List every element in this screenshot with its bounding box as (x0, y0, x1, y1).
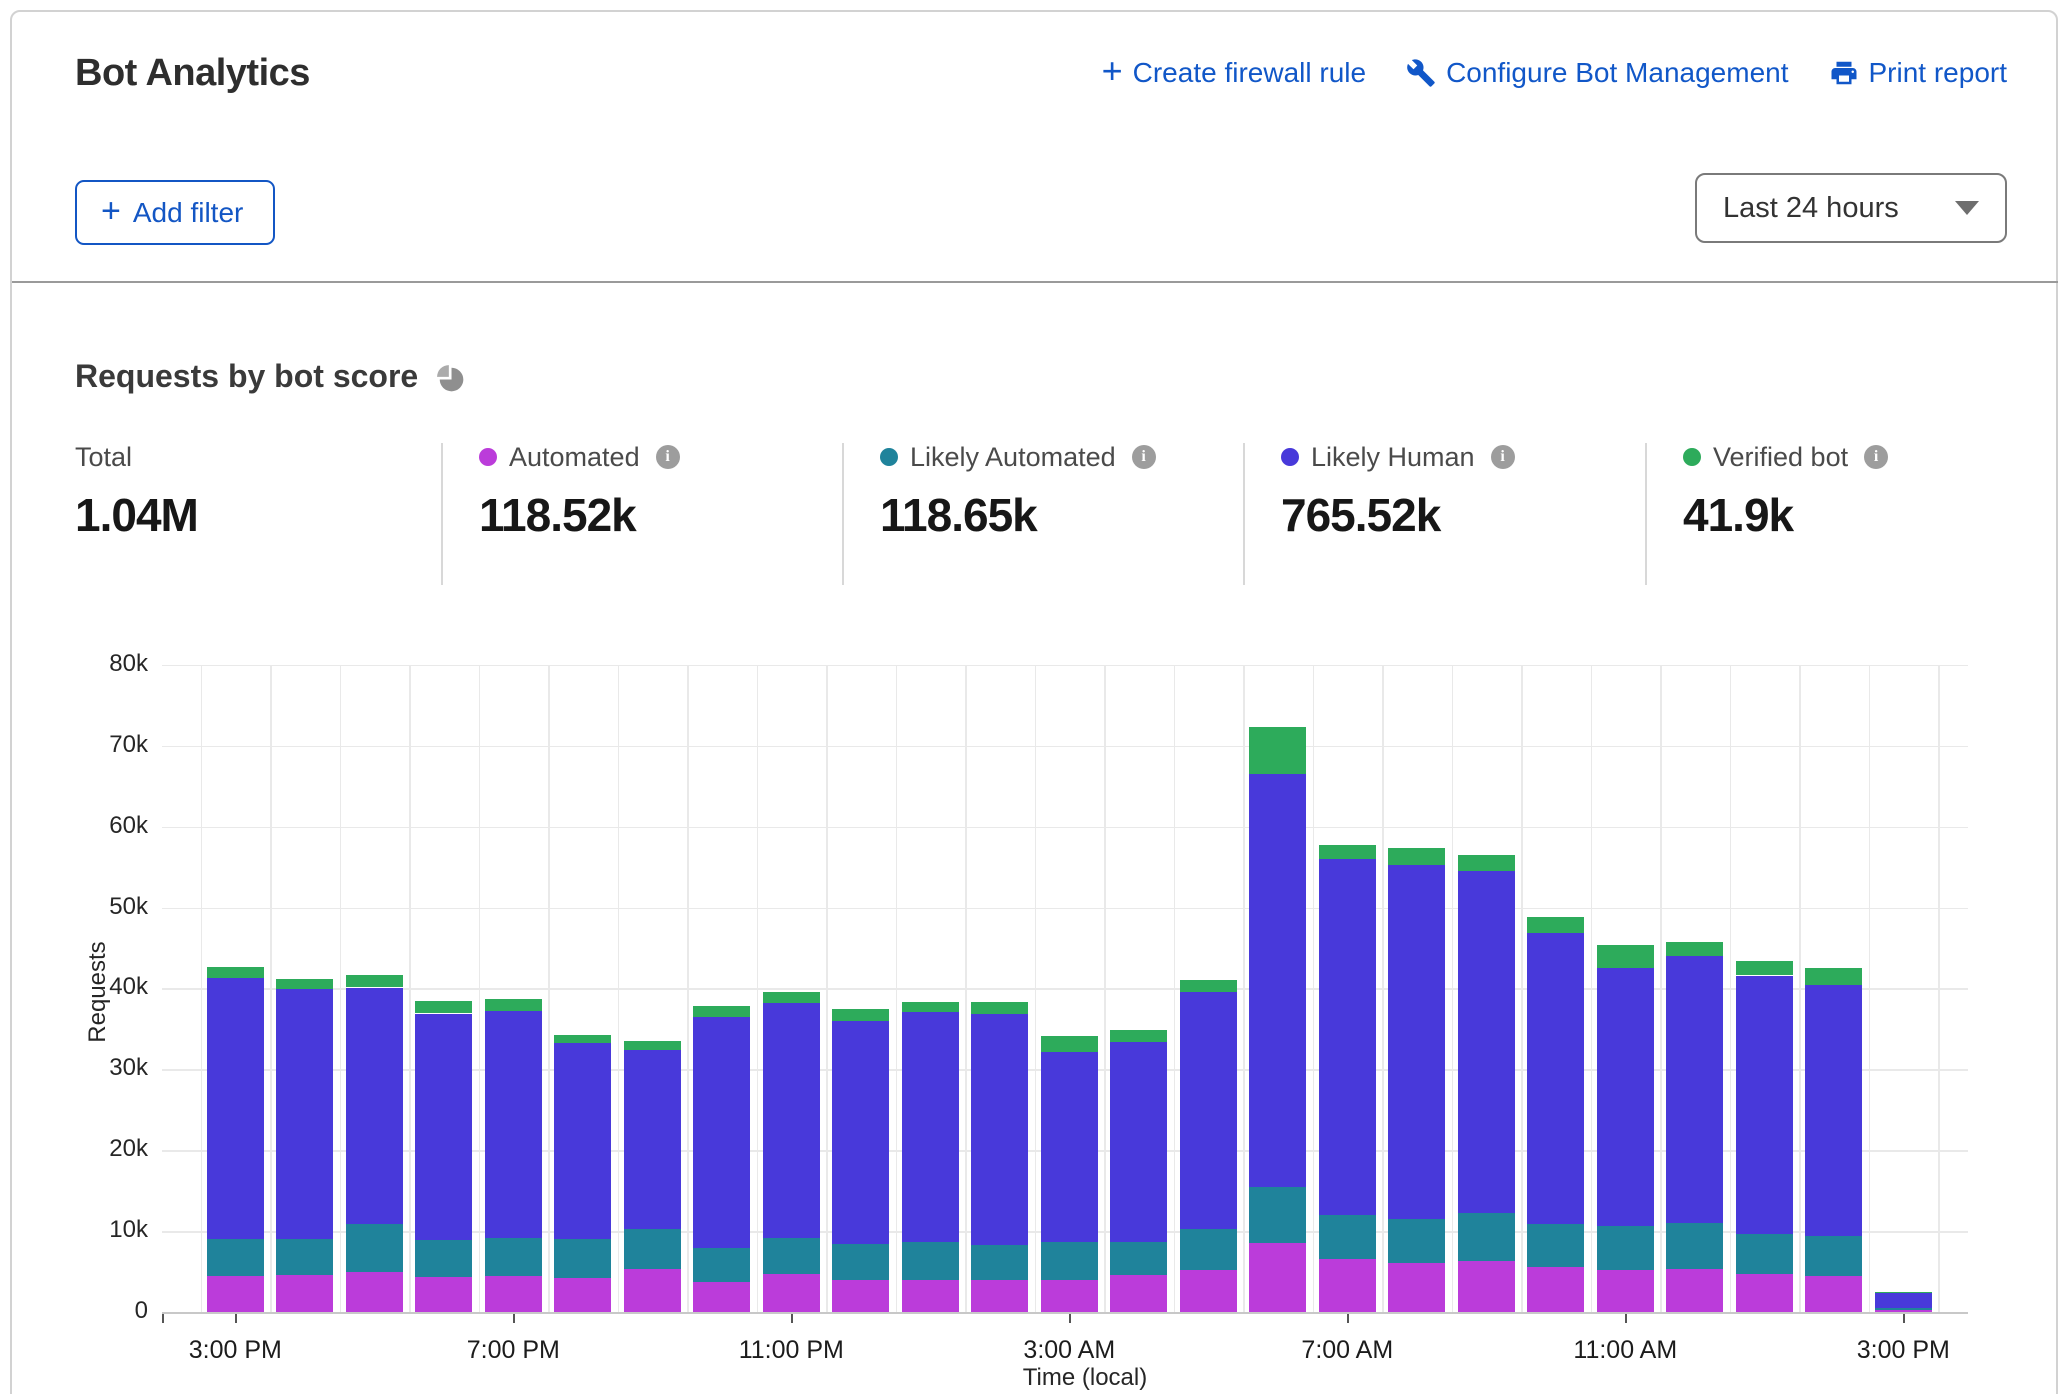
stat-divider (1243, 443, 1245, 585)
info-icon[interactable]: i (1132, 445, 1156, 469)
printer-icon (1829, 58, 1859, 88)
section-title-row: Requests by bot score (75, 358, 466, 395)
info-icon[interactable]: i (1491, 445, 1515, 469)
configure-bot-management-label: Configure Bot Management (1446, 57, 1788, 89)
plus-icon: + (1102, 57, 1123, 85)
stat-likely-human-value: 765.52k (1281, 488, 1515, 542)
stat-verified-bot-value: 41.9k (1683, 488, 1888, 542)
time-range-select[interactable]: Last 24 hours (1695, 173, 2007, 243)
create-firewall-rule-label: Create firewall rule (1133, 57, 1366, 89)
time-range-value: Last 24 hours (1723, 192, 1899, 225)
stat-likely-human-label: Likely Human (1311, 442, 1475, 473)
verified-bot-legend-dot (1683, 448, 1701, 466)
stat-automated: Automated i 118.52k (479, 440, 680, 542)
likely-automated-legend-dot (880, 448, 898, 466)
stat-verified-bot-label: Verified bot (1713, 442, 1848, 473)
info-icon[interactable]: i (1864, 445, 1888, 469)
header-actions: + Create firewall rule Configure Bot Man… (1102, 57, 2007, 89)
stat-total-value: 1.04M (75, 488, 198, 542)
automated-legend-dot (479, 448, 497, 466)
section-title: Requests by bot score (75, 358, 418, 395)
likely-human-legend-dot (1281, 448, 1299, 466)
page-title: Bot Analytics (75, 52, 310, 95)
stat-likely-automated-value: 118.65k (880, 488, 1156, 542)
configure-bot-management-link[interactable]: Configure Bot Management (1406, 57, 1788, 89)
stat-likely-human: Likely Human i 765.52k (1281, 440, 1515, 542)
bot-analytics-page: Bot Analytics + Create firewall rule Con… (0, 0, 2070, 1394)
create-firewall-rule-link[interactable]: + Create firewall rule (1102, 57, 1366, 89)
stat-automated-value: 118.52k (479, 488, 680, 542)
stat-divider (441, 443, 443, 585)
plus-icon: + (101, 197, 121, 225)
stat-likely-automated-label: Likely Automated (910, 442, 1116, 473)
add-filter-button[interactable]: + Add filter (75, 180, 275, 245)
stat-divider (1645, 443, 1647, 585)
stat-verified-bot: Verified bot i 41.9k (1683, 440, 1888, 542)
pie-chart-icon (436, 364, 466, 394)
add-filter-label: Add filter (133, 197, 244, 229)
wrench-icon (1406, 58, 1436, 88)
info-icon[interactable]: i (656, 445, 680, 469)
stat-total: Total 1.04M (75, 440, 198, 542)
stat-likely-automated: Likely Automated i 118.65k (880, 440, 1156, 542)
stat-divider (842, 443, 844, 585)
print-report-link[interactable]: Print report (1829, 57, 2008, 89)
chevron-down-icon (1955, 201, 1979, 215)
stat-automated-label: Automated (509, 442, 640, 473)
header-divider (12, 281, 2058, 283)
print-report-label: Print report (1869, 57, 2008, 89)
stat-total-label: Total (75, 442, 132, 473)
